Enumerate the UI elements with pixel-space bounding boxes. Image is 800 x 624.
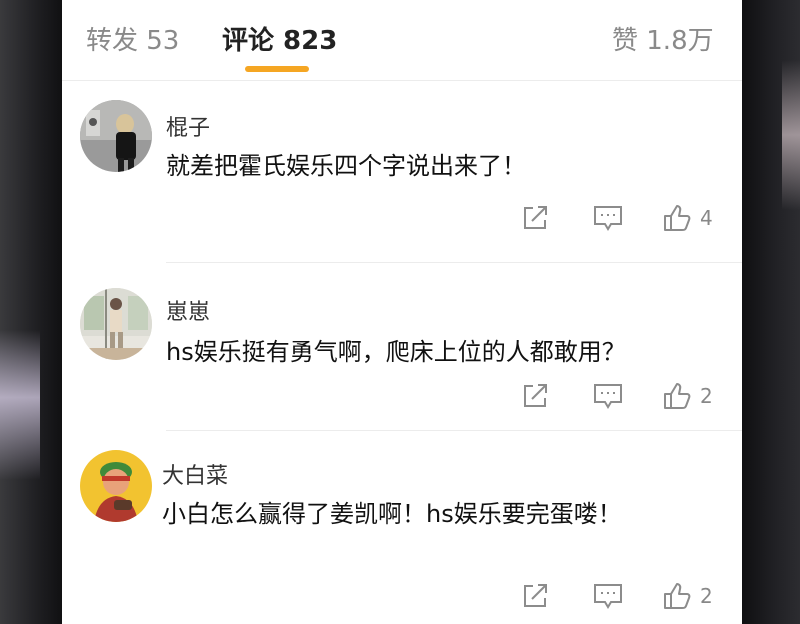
frame-reflection <box>0 330 40 480</box>
tab-bar: 转发 53 评论 823 赞 1.8万 <box>62 0 742 81</box>
avatar[interactable] <box>80 100 152 172</box>
comment-icon <box>594 584 622 609</box>
thumbs-up-icon <box>664 583 691 609</box>
frame-reflection-right <box>782 60 800 210</box>
comment-icon <box>594 384 622 409</box>
thumbs-up-icon <box>664 205 691 231</box>
comment-actions: 2 <box>62 378 742 414</box>
repost-button[interactable] <box>520 200 550 236</box>
comment-actions: 4 <box>62 200 742 236</box>
like-count: 2 <box>700 384 713 408</box>
comment-screen: 转发 53 评论 823 赞 1.8万 棍子 就差把霍氏娱乐四个字说出来了！ 4… <box>62 0 742 624</box>
reply-button[interactable] <box>592 378 624 414</box>
comment-actions: 2 <box>62 578 742 614</box>
comment-divider <box>166 430 742 431</box>
like-button[interactable]: 4 <box>662 200 713 236</box>
avatar[interactable] <box>80 450 152 522</box>
repost-button[interactable] <box>520 578 550 614</box>
avatar[interactable] <box>80 288 152 360</box>
comment-username[interactable]: 崽崽 <box>166 294 210 326</box>
share-icon <box>524 206 547 229</box>
device-frame-left <box>0 0 62 624</box>
share-icon <box>524 584 547 607</box>
repost-button[interactable] <box>520 378 550 414</box>
comment-username[interactable]: 大白菜 <box>162 458 228 490</box>
reply-button[interactable] <box>592 200 624 236</box>
comment-icon <box>594 206 622 231</box>
comment-text: 小白怎么赢得了姜凯啊！hs娱乐要完蛋喽！ <box>162 500 622 528</box>
comment-text: 就差把霍氏娱乐四个字说出来了！ <box>166 152 526 180</box>
like-count: 4 <box>700 206 713 230</box>
tab-reposts[interactable]: 转发 53 <box>86 20 179 57</box>
active-tab-indicator <box>245 66 309 72</box>
like-button[interactable]: 2 <box>662 578 713 614</box>
thumbs-up-icon <box>664 383 691 409</box>
like-count: 2 <box>700 584 713 608</box>
reply-button[interactable] <box>592 578 624 614</box>
tab-comments[interactable]: 评论 823 <box>222 20 337 57</box>
share-icon <box>524 384 547 407</box>
comment-username[interactable]: 棍子 <box>166 110 210 142</box>
comment-divider <box>166 262 742 263</box>
comment-text: hs娱乐挺有勇气啊，爬床上位的人都敢用？ <box>166 338 626 366</box>
tab-likes[interactable]: 赞 1.8万 <box>612 20 714 57</box>
like-button[interactable]: 2 <box>662 378 713 414</box>
